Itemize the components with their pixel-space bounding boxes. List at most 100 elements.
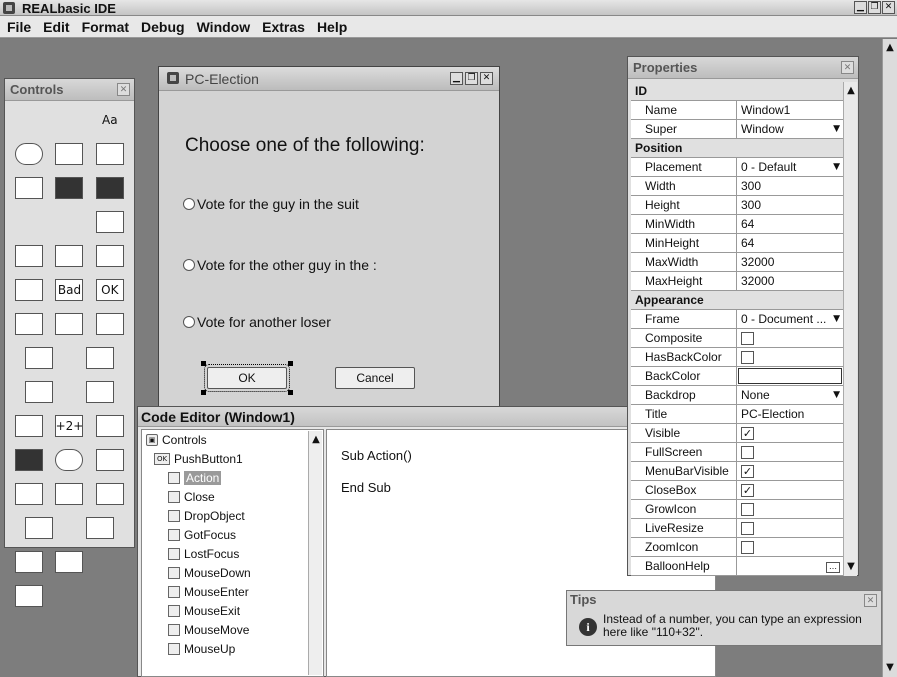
props-scroll-down-icon[interactable]: ▼: [844, 560, 858, 574]
line-tool[interactable]: [15, 109, 43, 131]
property-row[interactable]: Height 300: [631, 196, 843, 215]
image-icon[interactable]: [95, 177, 124, 199]
tree-scrollbar[interactable]: ▲: [308, 431, 322, 675]
dropdown-arrow-icon[interactable]: ▼: [833, 310, 840, 328]
menu-extras[interactable]: Extras: [257, 16, 312, 37]
property-row[interactable]: BackColor: [631, 367, 843, 386]
property-value[interactable]: [737, 519, 843, 537]
property-row[interactable]: Visible ✓: [631, 424, 843, 443]
property-value[interactable]: Window ▼: [737, 120, 843, 138]
selection-handle[interactable]: [288, 390, 293, 395]
properties-scrollbar[interactable]: ▲ ▼: [843, 82, 857, 576]
design-window[interactable]: PC-Election ▁ ❐ ✕ Choose one of the foll…: [158, 66, 500, 414]
event-item[interactable]: DropObject: [142, 506, 323, 525]
cancel-button[interactable]: Cancel: [335, 367, 415, 389]
property-row[interactable]: MinHeight 64: [631, 234, 843, 253]
property-value[interactable]: Window1: [737, 101, 843, 119]
property-value[interactable]: [737, 348, 843, 366]
property-checkbox[interactable]: [741, 332, 754, 346]
selection-handle[interactable]: [201, 361, 206, 366]
property-value[interactable]: [737, 500, 843, 518]
popup-menu-icon[interactable]: [55, 245, 84, 267]
event-item[interactable]: MouseUp: [142, 639, 323, 658]
property-value[interactable]: [737, 443, 843, 461]
ok-button[interactable]: OK: [204, 364, 290, 392]
selection-handle[interactable]: [288, 361, 293, 366]
event-item[interactable]: LostFocus: [142, 544, 323, 563]
property-row[interactable]: FullScreen: [631, 443, 843, 462]
property-value[interactable]: 32000: [737, 253, 843, 271]
property-row[interactable]: Super Window ▼: [631, 120, 843, 139]
spritesurface-icon[interactable]: [15, 585, 44, 607]
menu-format[interactable]: Format: [77, 16, 136, 37]
property-checkbox[interactable]: ✓: [741, 427, 754, 441]
tree-control-pushbutton[interactable]: OK PushButton1: [142, 449, 323, 468]
up-down-arrows-icon[interactable]: [15, 279, 44, 301]
dialog-minimize-icon[interactable]: ▁: [450, 72, 463, 85]
menu-debug[interactable]: Debug: [136, 16, 192, 37]
timer-icon[interactable]: [96, 551, 124, 573]
property-value[interactable]: …: [737, 557, 843, 575]
scroll-up-icon[interactable]: ▲: [883, 41, 897, 55]
plugin-icon[interactable]: [55, 585, 83, 607]
property-row[interactable]: Backdrop None ▼: [631, 386, 843, 405]
menu-help[interactable]: Help: [312, 16, 354, 37]
groupbox-icon[interactable]: [15, 415, 44, 437]
property-row[interactable]: Width 300: [631, 177, 843, 196]
contextual-icon[interactable]: [95, 483, 124, 505]
property-value[interactable]: ✓: [737, 424, 843, 442]
props-scroll-up-icon[interactable]: ▲: [844, 84, 858, 98]
socket-icon[interactable]: [15, 551, 44, 573]
ellipsis-button-icon[interactable]: …: [826, 559, 840, 575]
property-row[interactable]: GrowIcon: [631, 500, 843, 519]
restore-button[interactable]: ❐: [868, 1, 881, 14]
radio-option-3[interactable]: Vote for another loser: [183, 314, 393, 330]
event-item[interactable]: Action: [142, 468, 323, 487]
globe-icon[interactable]: [96, 585, 124, 607]
property-row[interactable]: Frame 0 - Document ... ▼: [631, 310, 843, 329]
property-checkbox[interactable]: [741, 541, 754, 555]
checkbox-icon[interactable]: [25, 347, 54, 369]
progress-bar-icon[interactable]: [85, 381, 114, 403]
dropdown-arrow-icon[interactable]: ▼: [833, 120, 840, 138]
property-row[interactable]: CloseBox ✓: [631, 481, 843, 500]
property-value[interactable]: ✓: [737, 481, 843, 499]
disclosure-icon[interactable]: [15, 211, 43, 233]
timer-display-icon[interactable]: [95, 449, 124, 471]
radio-button-icon[interactable]: [85, 347, 114, 369]
dialog-restore-icon[interactable]: ❐: [465, 72, 478, 85]
push-button-icon[interactable]: OK: [95, 279, 124, 301]
tab-panel-icon[interactable]: +2+: [55, 415, 84, 437]
event-item[interactable]: MouseExit: [142, 601, 323, 620]
database-icon[interactable]: [85, 517, 114, 539]
radio-option-1[interactable]: Vote for the guy in the suit: [183, 196, 393, 212]
event-item[interactable]: MouseMove: [142, 620, 323, 639]
tree-root[interactable]: ▣ Controls: [142, 430, 323, 449]
property-row[interactable]: MinWidth 64: [631, 215, 843, 234]
canvas-icon[interactable]: [15, 177, 44, 199]
property-checkbox[interactable]: ✓: [741, 465, 754, 479]
rounded-rect-icon[interactable]: [55, 143, 84, 165]
event-item[interactable]: MouseEnter: [142, 582, 323, 601]
calculator-icon[interactable]: [55, 551, 84, 573]
menu-edit[interactable]: Edit: [38, 16, 76, 37]
property-value[interactable]: 64: [737, 215, 843, 233]
text-label-icon[interactable]: Aa: [96, 109, 124, 131]
event-item[interactable]: MouseDown: [142, 563, 323, 582]
tips-close-icon[interactable]: ✕: [864, 594, 877, 607]
property-value[interactable]: PC-Election: [737, 405, 843, 423]
property-row[interactable]: BalloonHelp…: [631, 557, 843, 576]
movie-icon[interactable]: [15, 449, 44, 471]
menu-window[interactable]: Window: [192, 16, 258, 37]
page-panel-icon[interactable]: [95, 415, 124, 437]
property-value[interactable]: 32000: [737, 272, 843, 290]
dropdown-arrow-icon[interactable]: ▼: [833, 158, 840, 176]
property-row[interactable]: HasBackColor: [631, 348, 843, 367]
property-value[interactable]: 0 - Default ▼: [737, 158, 843, 176]
listbox-columns-icon[interactable]: [95, 313, 124, 335]
property-row[interactable]: Composite: [631, 329, 843, 348]
property-checkbox[interactable]: [741, 351, 754, 365]
property-checkbox[interactable]: [741, 446, 754, 460]
imagewell-icon[interactable]: [55, 177, 84, 199]
dropdown-arrow-icon[interactable]: ▼: [833, 386, 840, 404]
